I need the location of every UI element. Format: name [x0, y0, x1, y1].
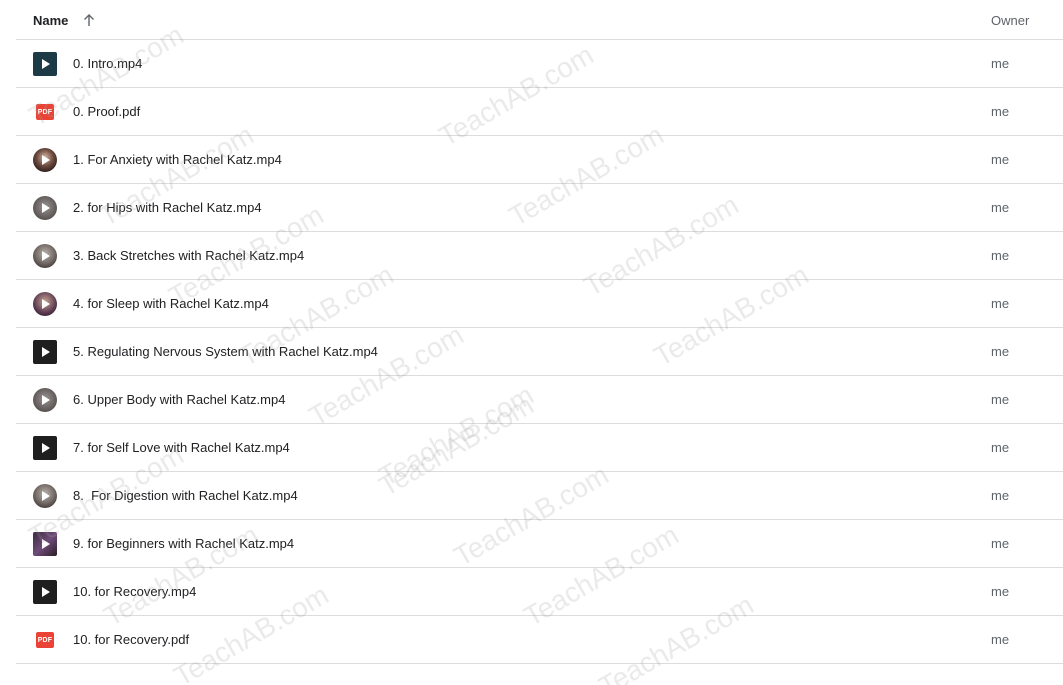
file-owner: me — [991, 440, 1010, 455]
pdf-badge: PDF — [36, 632, 54, 648]
play-icon — [42, 347, 50, 357]
arrow-up-icon — [82, 13, 96, 27]
file-row[interactable]: 3. Back Stretches with Rachel Katz.mp4 me — [16, 232, 1063, 280]
video-thumbnail-icon — [33, 388, 57, 412]
file-list: Name Owner 0. Intro.mp4 me PDF 0. Proof.pdf… — [16, 0, 1063, 664]
file-row[interactable]: 2. for Hips with Rachel Katz.mp4 me — [16, 184, 1063, 232]
file-owner: me — [991, 392, 1010, 407]
play-icon — [42, 539, 50, 549]
file-row[interactable]: PDF 0. Proof.pdf me — [16, 88, 1063, 136]
file-name[interactable]: 8. For Digestion with Rachel Katz.mp4 — [73, 488, 298, 503]
file-name[interactable]: 0. Proof.pdf — [73, 104, 140, 119]
file-name[interactable]: 0. Intro.mp4 — [73, 56, 142, 71]
video-thumbnail-icon — [33, 148, 57, 172]
video-thumbnail-icon — [33, 196, 57, 220]
pdf-icon: PDF — [33, 100, 57, 124]
video-thumbnail-icon — [33, 52, 57, 76]
play-icon — [42, 443, 50, 453]
play-icon — [42, 587, 50, 597]
file-row[interactable]: 9. for Beginners with Rachel Katz.mp4 me — [16, 520, 1063, 568]
file-name[interactable]: 2. for Hips with Rachel Katz.mp4 — [73, 200, 262, 215]
file-name[interactable]: 10. for Recovery.mp4 — [73, 584, 196, 599]
list-header: Name Owner — [16, 0, 1063, 40]
file-name[interactable]: 4. for Sleep with Rachel Katz.mp4 — [73, 296, 269, 311]
video-thumbnail-icon — [33, 244, 57, 268]
file-row[interactable]: 0. Intro.mp4 me — [16, 40, 1063, 88]
file-name[interactable]: 3. Back Stretches with Rachel Katz.mp4 — [73, 248, 304, 263]
file-row[interactable]: 4. for Sleep with Rachel Katz.mp4 me — [16, 280, 1063, 328]
video-thumbnail-icon — [33, 484, 57, 508]
file-name[interactable]: 7. for Self Love with Rachel Katz.mp4 — [73, 440, 290, 455]
file-row[interactable]: 5. Regulating Nervous System with Rachel… — [16, 328, 1063, 376]
file-row[interactable]: PDF 10. for Recovery.pdf me — [16, 616, 1063, 664]
play-icon — [42, 155, 50, 165]
play-icon — [42, 203, 50, 213]
file-row[interactable]: 7. for Self Love with Rachel Katz.mp4 me — [16, 424, 1063, 472]
video-thumbnail-icon — [33, 436, 57, 460]
file-owner: me — [991, 56, 1010, 71]
file-name[interactable]: 1. For Anxiety with Rachel Katz.mp4 — [73, 152, 282, 167]
play-icon — [42, 59, 50, 69]
file-owner: me — [991, 536, 1010, 551]
file-owner: me — [991, 200, 1010, 215]
file-row[interactable]: 1. For Anxiety with Rachel Katz.mp4 me — [16, 136, 1063, 184]
file-name[interactable]: 9. for Beginners with Rachel Katz.mp4 — [73, 536, 294, 551]
file-owner: me — [991, 248, 1010, 263]
file-row[interactable]: 10. for Recovery.mp4 me — [16, 568, 1063, 616]
pdf-icon: PDF — [33, 628, 57, 652]
play-icon — [42, 491, 50, 501]
play-icon — [42, 395, 50, 405]
file-name[interactable]: 10. for Recovery.pdf — [73, 632, 189, 647]
file-name[interactable]: 6. Upper Body with Rachel Katz.mp4 — [73, 392, 285, 407]
video-thumbnail-icon — [33, 580, 57, 604]
file-owner: me — [991, 152, 1010, 167]
file-owner: me — [991, 632, 1010, 647]
video-thumbnail-icon — [33, 532, 57, 556]
file-owner: me — [991, 584, 1010, 599]
play-icon — [42, 299, 50, 309]
name-column-label: Name — [33, 13, 69, 28]
sort-by-name-button[interactable]: Name — [33, 13, 96, 28]
pdf-badge: PDF — [36, 104, 54, 120]
video-thumbnail-icon — [33, 292, 57, 316]
file-owner: me — [991, 344, 1010, 359]
file-owner: me — [991, 296, 1010, 311]
file-row[interactable]: 6. Upper Body with Rachel Katz.mp4 me — [16, 376, 1063, 424]
owner-column-label[interactable]: Owner — [991, 13, 1029, 28]
file-row[interactable]: 8. For Digestion with Rachel Katz.mp4 me — [16, 472, 1063, 520]
file-owner: me — [991, 488, 1010, 503]
file-name[interactable]: 5. Regulating Nervous System with Rachel… — [73, 344, 378, 359]
video-thumbnail-icon — [33, 340, 57, 364]
play-icon — [42, 251, 50, 261]
file-owner: me — [991, 104, 1010, 119]
